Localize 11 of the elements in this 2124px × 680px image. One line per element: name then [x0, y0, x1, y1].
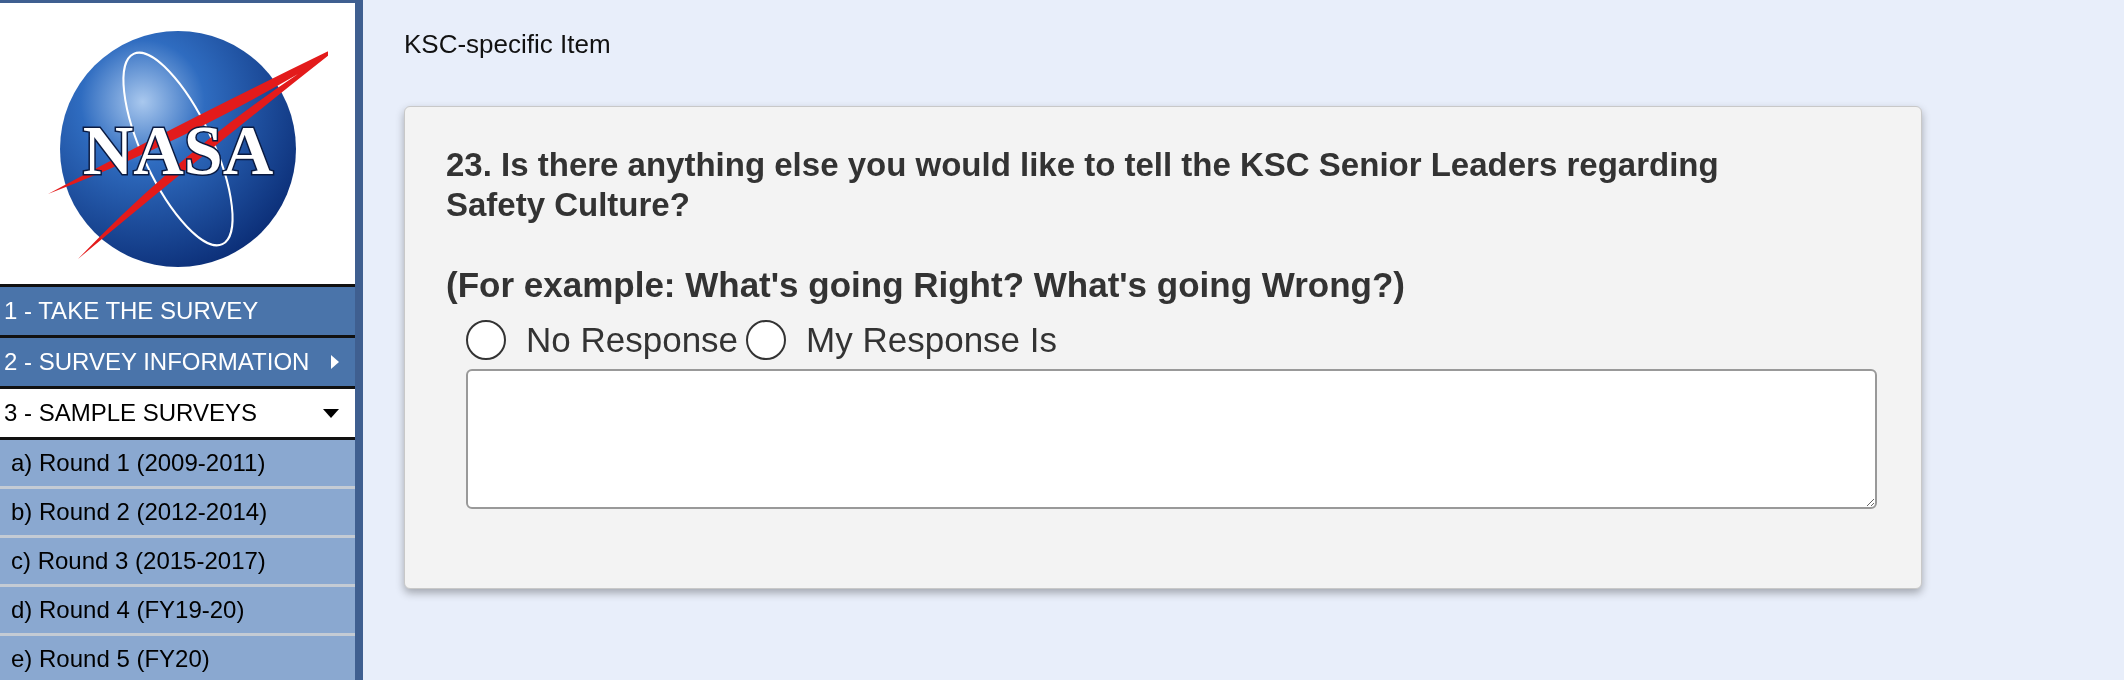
question-text: 23. Is there anything else you would like to tell the KSC Senior Leaders regarding Safety Culture?	[446, 145, 1720, 225]
radio-option[interactable]: No Response	[466, 313, 739, 367]
radio-button[interactable]	[466, 320, 506, 360]
question-example: (For example: What's going Right? What's going Wrong?)	[446, 264, 1405, 306]
radio-button[interactable]	[746, 320, 787, 360]
menu-item[interactable]: 1 - TAKE THE SURVEY	[0, 284, 355, 335]
radio-option[interactable]: My Response Is	[746, 313, 1057, 367]
menu-item[interactable]: 3 - SAMPLE SURVEYS	[0, 386, 355, 437]
page-title: KSC-specific Item	[404, 28, 611, 61]
menu-item[interactable]: 2 - SURVEY INFORMATION	[0, 335, 355, 386]
answer-box[interactable]	[466, 369, 1877, 509]
